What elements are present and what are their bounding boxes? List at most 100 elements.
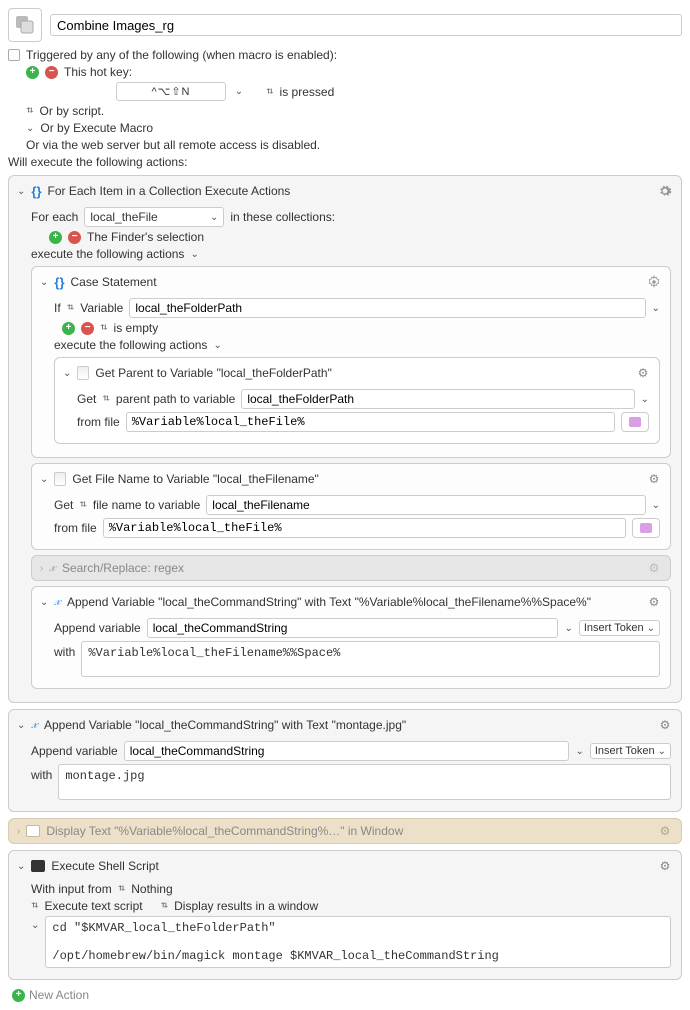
execmacro-chevron-icon[interactable]: ⌄ [26,123,34,134]
case-if-updown[interactable]: ⇅ [67,306,75,310]
append1-var-chev[interactable]: ⌄ [564,623,572,634]
shell-disclose-icon[interactable]: ⌄ [17,861,25,872]
macro-title-input[interactable] [50,14,682,36]
append1-var-input[interactable] [147,618,559,638]
foreach-inlabel: in these collections: [230,210,335,224]
shell-mode2-updown[interactable]: ⇅ [161,904,169,908]
foreach-forlabel: For each [31,210,78,224]
hotkey-input[interactable]: ^⌥⇧N [116,82,226,101]
foreach-collection: The Finder's selection [87,230,204,244]
new-action-label: New Action [29,988,89,1002]
case-disclose-icon[interactable]: ⌄ [40,277,48,288]
getparent-title: Get Parent to Variable "local_theFolderP… [95,366,331,380]
gear-icon[interactable]: ⚙ [646,594,662,610]
shell-script-textarea[interactable]: cd "$KMVAR_local_theFolderPath" /opt/hom… [45,916,671,968]
append2-withlabel: with [31,764,52,782]
sr-disclose-icon[interactable]: › [40,563,43,574]
searchreplace-title: Search/Replace: regex [62,561,184,575]
insert-token-label: Insert Token [595,745,655,757]
shell-script-chev[interactable]: ⌄ [31,916,39,931]
add-icon: + [12,989,25,1002]
new-action-button[interactable]: + New Action [8,988,682,1002]
getparent-getlabel: Get [77,392,96,406]
gear-icon[interactable]: ⚙ [646,471,662,487]
getparent-from-input[interactable] [126,412,615,432]
doc-icon [54,472,66,486]
file-picker-button[interactable] [621,412,649,432]
gear-icon[interactable] [646,274,662,290]
foreach-exec-label: execute the following actions [31,247,184,261]
shell-title: Execute Shell Script [51,859,158,873]
append1-appendlabel: Append variable [54,621,141,635]
getfilename-var-input[interactable] [206,495,645,515]
foreach-var-select[interactable]: local_theFile ⌄ [84,207,224,227]
gear-icon[interactable]: ⚙ [657,823,673,839]
brace-icon: {} [54,275,64,290]
gear-icon[interactable] [657,183,673,199]
remove-collection-icon[interactable]: − [68,231,81,244]
triggers-checkbox[interactable] [8,49,20,61]
doc-icon [77,366,89,380]
getfilename-title: Get File Name to Variable "local_theFile… [72,472,318,486]
webserver-label: Or via the web server but all remote acc… [26,138,320,152]
dt-disclose-icon[interactable]: › [17,826,20,837]
add-cond-icon[interactable]: + [62,322,75,335]
add-trigger-icon[interactable]: + [26,66,39,79]
displaytext-action-disabled[interactable]: › Display Text "%Variable%local_theComma… [8,818,682,844]
getfilename-action: ⌄ Get File Name to Variable "local_theFi… [31,463,671,550]
cond-updown[interactable]: ⇅ [100,326,108,330]
foreach-exec-chev[interactable]: ⌄ [190,249,198,260]
getparent-var-chev[interactable]: ⌄ [641,394,649,405]
variable-x-icon: 𝓍 [31,717,38,733]
getfilename-fromlabel: from file [54,521,97,535]
append2-var-chev[interactable]: ⌄ [575,746,583,757]
variable-x-icon: 𝓍 [54,594,61,610]
searchreplace-action-disabled[interactable]: › 𝓍 Search/Replace: regex ⚙ [31,555,671,581]
append2-var-input[interactable] [124,741,570,761]
case-exec-chev[interactable]: ⌄ [213,340,221,351]
remove-cond-icon[interactable]: − [81,322,94,335]
gear-icon[interactable]: ⚙ [657,858,673,874]
foreach-disclose-icon[interactable]: ⌄ [17,186,25,197]
hotkey-mode-updown[interactable]: ⇅ [266,89,274,93]
append1-with-textarea[interactable]: %Variable%local_theFilename%%Space% [81,641,660,677]
case-var-chev[interactable]: ⌄ [652,303,660,314]
getfilename-disclose-icon[interactable]: ⌄ [40,474,48,485]
macro-icon [8,8,42,42]
gear-icon[interactable]: ⚙ [635,365,651,381]
getfilename-typelabel: file name to variable [93,498,200,512]
append1-disclose-icon[interactable]: ⌄ [40,597,48,608]
shell-mode1-updown[interactable]: ⇅ [31,904,39,908]
foreach-action: ⌄ {} For Each Item in a Collection Execu… [8,175,682,703]
add-collection-icon[interactable]: + [49,231,62,244]
getfilename-from-input[interactable] [103,518,626,538]
hotkey-chevron-icon[interactable]: ⌄ [232,86,246,97]
append2-title: Append Variable "local_theCommandString"… [44,718,406,732]
getparent-fromlabel: from file [77,415,120,429]
append2-disclose-icon[interactable]: ⌄ [17,720,25,731]
variable-x-icon: 𝓍 [49,560,56,576]
script-updown[interactable]: ⇅ [26,109,34,113]
getparent-var-input[interactable] [241,389,634,409]
append2-action: ⌄ 𝓍 Append Variable "local_theCommandStr… [8,709,682,812]
getparent-typelabel: parent path to variable [116,392,235,406]
gear-icon[interactable]: ⚙ [646,560,662,576]
case-variable-input[interactable] [129,298,645,318]
getfilename-getlabel: Get [54,498,73,512]
shell-mode1: Execute text script [45,899,143,913]
case-title: Case Statement [71,275,157,289]
append2-with-textarea[interactable]: montage.jpg [58,764,671,800]
insert-token-button[interactable]: Insert Token ⌄ [579,620,660,636]
getparent-type-updown[interactable]: ⇅ [102,397,110,401]
getfilename-var-chev[interactable]: ⌄ [652,500,660,511]
remove-trigger-icon[interactable]: − [45,66,58,79]
insert-token-button[interactable]: Insert Token ⌄ [590,743,671,759]
gear-icon[interactable]: ⚙ [657,717,673,733]
file-picker-button[interactable] [632,518,660,538]
shell-input-updown[interactable]: ⇅ [118,887,126,891]
brace-icon: {} [31,184,41,199]
append1-action: ⌄ 𝓍 Append Variable "local_theCommandStr… [31,586,671,689]
getparent-disclose-icon[interactable]: ⌄ [63,368,71,379]
case-condition: is empty [114,321,159,335]
getfilename-type-updown[interactable]: ⇅ [79,503,87,507]
